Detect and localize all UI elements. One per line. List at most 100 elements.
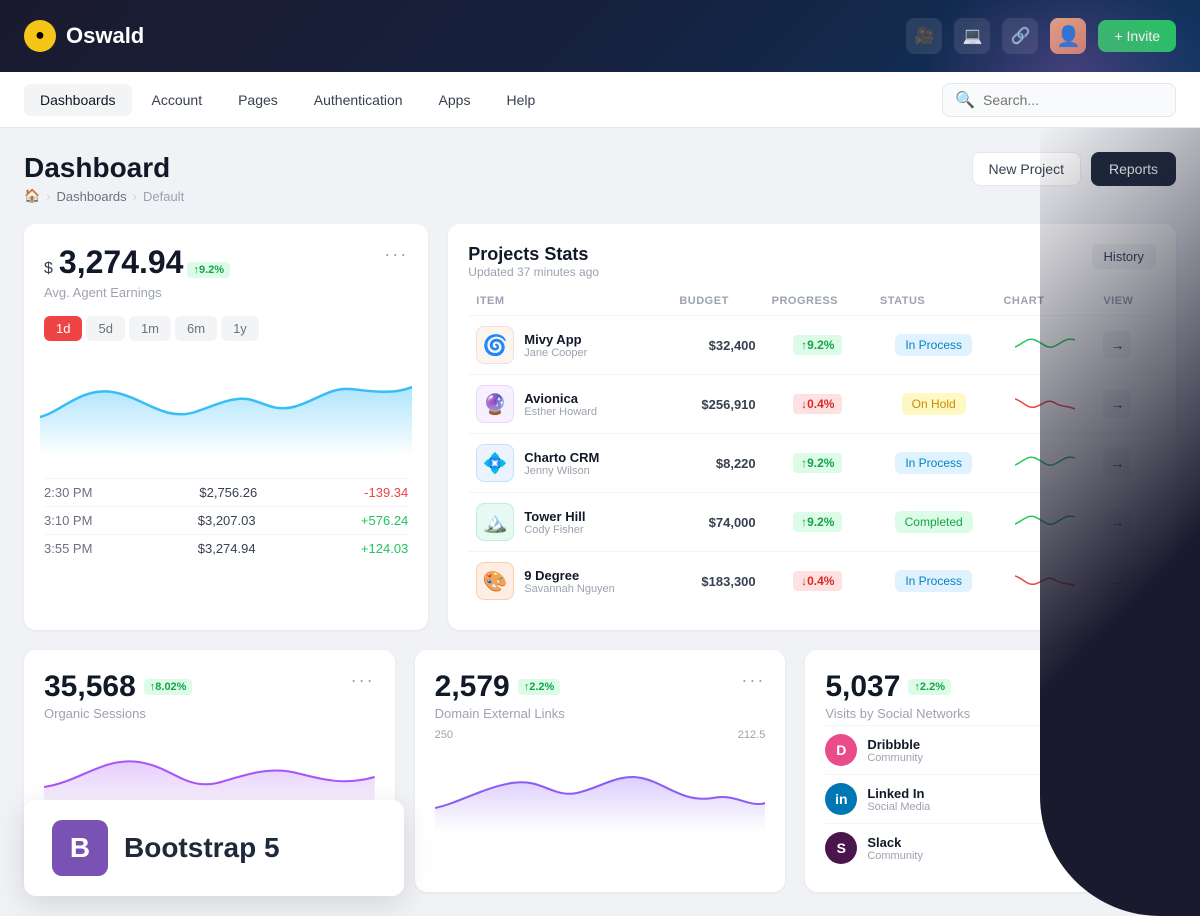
organic-value: 35,568: [44, 670, 136, 704]
nav-account[interactable]: Account: [136, 84, 219, 116]
social-type-2: Community: [867, 850, 923, 862]
proj-status-2: In Process: [872, 434, 996, 493]
proj-goto-1[interactable]: →: [1103, 390, 1131, 418]
projects-table: ITEM BUDGET PROGRESS STATUS CHART VIEW 🌀: [468, 291, 1156, 610]
filter-5d[interactable]: 5d: [86, 316, 124, 341]
proj-goto-4[interactable]: →: [1103, 567, 1131, 595]
filter-1y[interactable]: 1y: [221, 316, 259, 341]
breadcrumb-default: Default: [143, 189, 184, 204]
proj-chart-3: [995, 493, 1095, 552]
proj-name-3: Tower Hill: [524, 509, 585, 524]
proj-info-3: Tower Hill Cody Fisher: [524, 509, 585, 536]
social-icon-0: D: [825, 734, 857, 766]
organic-header: 35,568 ↑8.02% Organic Sessions ···: [44, 670, 375, 721]
social-name-2: Slack: [867, 835, 923, 850]
social-header: 5,037 ↑2.2% Visits by Social Networks ··…: [825, 670, 1156, 721]
proj-person-2: Jenny Wilson: [524, 465, 599, 477]
time-filters: 1d 5d 1m 6m 1y: [44, 316, 408, 341]
breadcrumb-dashboards: Dashboards: [57, 189, 127, 204]
social-right-1: 1,088 ↓0.4%: [1068, 791, 1156, 807]
social-count-1: 1,088: [1068, 791, 1103, 807]
proj-name-4: 9 Degree: [524, 568, 615, 583]
domain-badge: ↑2.2%: [518, 679, 561, 695]
domain-amount-area: 2,579 ↑2.2% Domain External Links: [435, 670, 565, 721]
filter-6m[interactable]: 6m: [175, 316, 217, 341]
social-amount-row: 5,037 ↑2.2%: [825, 670, 970, 704]
social-more-btn[interactable]: ···: [1132, 670, 1156, 691]
col-chart: CHART: [995, 291, 1095, 316]
table-row: 🌀 Mivy App Jane Cooper $32,400 ↑9.2% In …: [468, 316, 1156, 375]
social-count-2: 794: [1080, 840, 1103, 856]
page-title-area: Dashboard 🏠 › Dashboards › Default: [24, 152, 184, 204]
amount-3: $3,274.94: [198, 541, 256, 556]
search-bar: 🔍: [942, 83, 1176, 117]
share-icon-btn[interactable]: 🔗: [1002, 18, 1038, 54]
projects-title: Projects Stats: [468, 244, 599, 265]
new-project-button[interactable]: New Project: [972, 152, 1081, 186]
nav-apps[interactable]: Apps: [423, 84, 487, 116]
monitor-icon-btn[interactable]: 💻: [954, 18, 990, 54]
proj-view-2: →: [1095, 434, 1156, 493]
proj-person-4: Savannah Nguyen: [524, 583, 615, 595]
history-button[interactable]: History: [1092, 244, 1156, 269]
logo-icon: ●: [24, 20, 56, 52]
proj-progress-0: ↑9.2%: [764, 316, 872, 375]
proj-item-cell-1: 🔮 Avionica Esther Howard: [468, 375, 671, 434]
proj-name-2: Charto CRM: [524, 450, 599, 465]
home-icon: 🏠: [24, 188, 40, 204]
nav-help[interactable]: Help: [490, 84, 551, 116]
organic-badge: ↑8.02%: [144, 679, 193, 695]
proj-view-1: →: [1095, 375, 1156, 434]
nav-authentication[interactable]: Authentication: [298, 84, 419, 116]
projects-updated: Updated 37 minutes ago: [468, 265, 599, 279]
social-type-0: Community: [867, 752, 923, 764]
social-item-0: D Dribbble Community 579 ↑2.6%: [825, 725, 1156, 774]
proj-goto-3[interactable]: →: [1103, 508, 1131, 536]
earnings-more-btn[interactable]: ···: [384, 244, 408, 265]
bootstrap-text: Bootstrap 5: [124, 832, 280, 864]
proj-budget-0: $32,400: [671, 316, 763, 375]
earnings-amount-row: $ 3,274.94 ↑9.2%: [44, 244, 230, 281]
camera-icon-btn[interactable]: 🎥: [906, 18, 942, 54]
invite-button[interactable]: + Invite: [1098, 20, 1176, 52]
proj-budget-2: $8,220: [671, 434, 763, 493]
page-title: Dashboard: [24, 152, 184, 184]
avatar[interactable]: 👤: [1050, 18, 1086, 54]
table-row: 🎨 9 Degree Savannah Nguyen $183,300 ↓0.4…: [468, 552, 1156, 611]
table-row: 🔮 Avionica Esther Howard $256,910 ↓0.4% …: [468, 375, 1156, 434]
proj-person-0: Jane Cooper: [524, 347, 587, 359]
nav-dashboards[interactable]: Dashboards: [24, 84, 132, 116]
domain-chart-labels: 250 212.5: [435, 729, 766, 741]
change-2: +576.24: [361, 513, 408, 528]
social-info-2: Slack Community: [867, 835, 923, 862]
col-status: STATUS: [872, 291, 996, 316]
proj-status-3: Completed: [872, 493, 996, 552]
social-icon-1: in: [825, 783, 857, 815]
social-icon-2: S: [825, 832, 857, 864]
proj-item-cell-0: 🌀 Mivy App Jane Cooper: [468, 316, 671, 375]
earnings-badge: ↑9.2%: [187, 262, 230, 278]
projects-header: Projects Stats Updated 37 minutes ago Hi…: [468, 244, 1156, 279]
search-input[interactable]: [983, 92, 1163, 108]
earnings-row-1: 2:30 PM $2,756.26 -139.34: [44, 478, 408, 506]
proj-progress-1: ↓0.4%: [764, 375, 872, 434]
social-item-2: S Slack Community 794 ↑0.2%: [825, 823, 1156, 872]
chart-label-2125: 212.5: [738, 729, 766, 741]
domain-amount-row: 2,579 ↑2.2%: [435, 670, 565, 704]
proj-goto-2[interactable]: →: [1103, 449, 1131, 477]
table-row: 💠 Charto CRM Jenny Wilson $8,220 ↑9.2% I…: [468, 434, 1156, 493]
reports-button[interactable]: Reports: [1091, 152, 1176, 186]
filter-1m[interactable]: 1m: [129, 316, 171, 341]
social-left-2: S Slack Community: [825, 832, 923, 864]
organic-more-btn[interactable]: ···: [351, 670, 375, 691]
col-view: VIEW: [1095, 291, 1156, 316]
nav-pages[interactable]: Pages: [222, 84, 294, 116]
dollar-sign: $: [44, 260, 53, 278]
social-badge-0: ↑2.6%: [1113, 742, 1156, 758]
domain-more-btn[interactable]: ···: [741, 670, 765, 691]
filter-1d[interactable]: 1d: [44, 316, 82, 341]
proj-item-cell-4: 🎨 9 Degree Savannah Nguyen: [468, 552, 671, 611]
proj-goto-0[interactable]: →: [1103, 331, 1131, 359]
social-name-1: Linked In: [867, 786, 930, 801]
change-3: +124.03: [361, 541, 408, 556]
